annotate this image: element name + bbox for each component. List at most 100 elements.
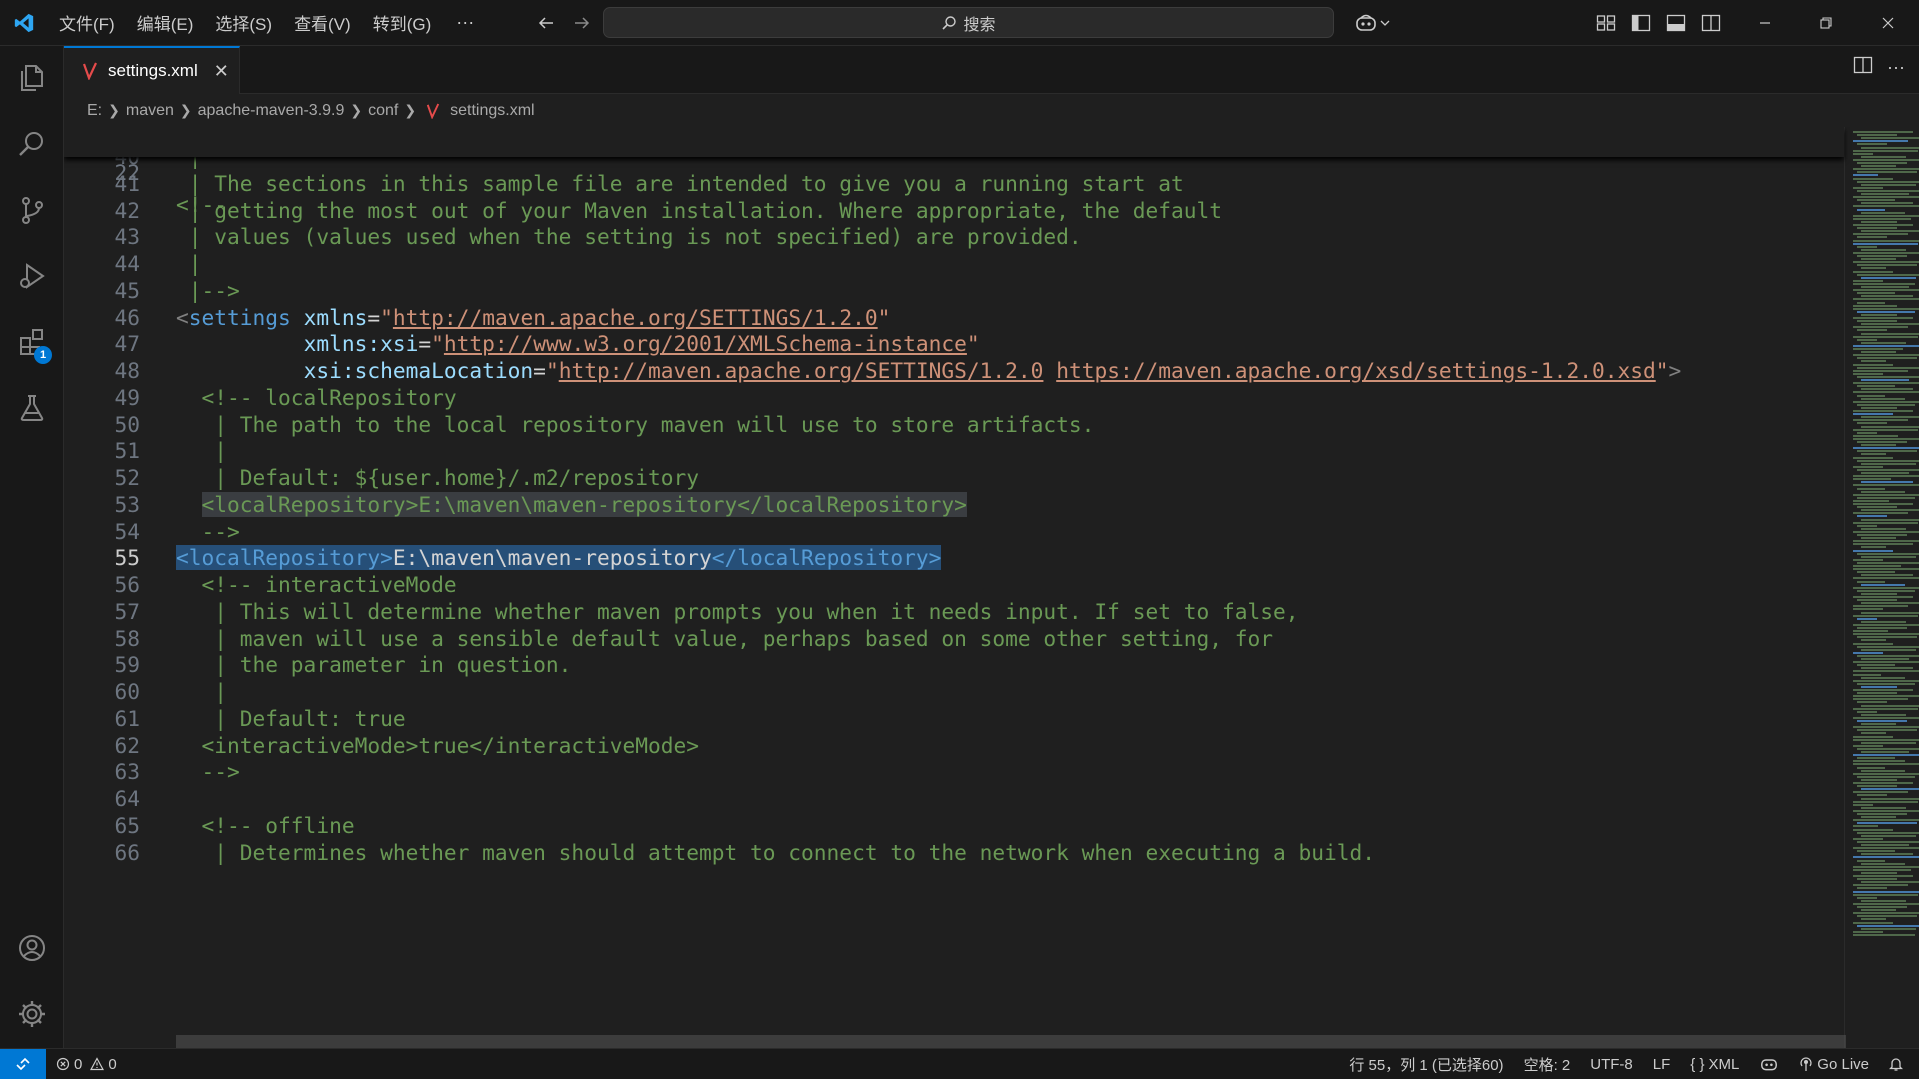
minimap-line	[1861, 797, 1919, 800]
copilot-button[interactable]	[1350, 9, 1394, 37]
minimap-line	[1853, 217, 1911, 220]
minimap-line	[1853, 261, 1919, 264]
remote-indicator[interactable]	[0, 1049, 46, 1079]
language-mode[interactable]: { } XML	[1680, 1049, 1749, 1079]
command-center-search[interactable]: 搜索	[603, 7, 1334, 38]
minimap-line	[1861, 248, 1906, 251]
minimap-line	[1853, 596, 1913, 598]
menu-selection[interactable]: 选择(S)	[204, 0, 283, 46]
close-window-icon[interactable]	[1858, 0, 1918, 46]
explorer-icon[interactable]	[0, 46, 64, 110]
error-count: 0	[74, 1055, 83, 1073]
minimap-line	[1861, 741, 1916, 744]
minimap-line	[1853, 679, 1919, 682]
minimap-line	[1853, 695, 1919, 698]
minimap-line	[1861, 295, 1913, 298]
back-arrow-icon[interactable]	[528, 0, 564, 46]
horizontal-scrollbar[interactable]	[176, 1035, 1846, 1048]
code-editor[interactable]: gs /path/to/global/settings.xml40 |41 | …	[64, 127, 1919, 1048]
go-live-label: Go Live	[1817, 1055, 1869, 1073]
minimap-line	[1861, 444, 1896, 447]
breadcrumb-item[interactable]: conf	[368, 102, 398, 120]
warning-icon	[90, 1057, 105, 1071]
minimap-line	[1861, 406, 1897, 409]
minimap-line	[1853, 754, 1919, 757]
breadcrumb-item[interactable]: maven	[126, 102, 174, 120]
close-tab-icon[interactable]: ✕	[214, 61, 229, 82]
breadcrumb-item[interactable]: settings.xml	[450, 102, 534, 120]
notifications-bell-icon[interactable]	[1879, 1049, 1913, 1079]
minimap-line	[1861, 379, 1909, 381]
menu-more-button[interactable]: ···	[442, 0, 488, 46]
sticky-scroll-line[interactable]: 22 <!--	[64, 127, 1844, 217]
minimap-line	[1857, 431, 1877, 434]
minimap-line	[1857, 450, 1917, 453]
indentation[interactable]: 空格: 2	[1514, 1049, 1581, 1079]
minimap-line	[1853, 493, 1919, 496]
restore-icon[interactable]	[1796, 0, 1856, 46]
minimap-line	[1853, 289, 1919, 292]
minimap-line	[1853, 530, 1919, 533]
minimap-line	[1853, 475, 1919, 478]
cursor-position[interactable]: 行 55，列 1 (已选择60)	[1339, 1049, 1513, 1079]
menu-file[interactable]: 文件(F)	[48, 0, 126, 46]
minimap-line	[1861, 853, 1913, 856]
minimap-line	[1853, 738, 1919, 741]
minimap-line	[1861, 341, 1906, 344]
toggle-primary-sidebar-icon[interactable]	[1627, 9, 1655, 37]
split-editor-icon[interactable]	[1853, 56, 1873, 79]
minimap-line	[1853, 152, 1873, 155]
minimap[interactable]	[1844, 127, 1919, 1048]
minimize-icon[interactable]	[1735, 0, 1795, 46]
minimap-line	[1857, 627, 1907, 629]
go-live-button[interactable]: Go Live	[1789, 1049, 1879, 1079]
forward-arrow-icon[interactable]	[564, 0, 600, 46]
toggle-secondary-sidebar-icon[interactable]	[1697, 9, 1725, 37]
breadcrumb-item[interactable]: apache-maven-3.9.9	[198, 102, 345, 120]
minimap-line	[1857, 906, 1907, 908]
minimap-line	[1861, 193, 1909, 195]
breadcrumb-item[interactable]: E:	[87, 102, 102, 120]
menu-go[interactable]: 转到(G)	[362, 0, 443, 46]
problems-indicator[interactable]: 0 0	[46, 1049, 127, 1079]
minimap-line	[1861, 165, 1896, 168]
code-token: "	[431, 331, 444, 357]
minimap-line	[1853, 809, 1919, 812]
minimap-line	[1853, 791, 1908, 794]
source-control-icon[interactable]	[0, 178, 64, 242]
customize-layout-icon[interactable]	[1592, 9, 1620, 37]
settings-gear-icon[interactable]	[0, 982, 64, 1046]
code-token: | This will determine whether maven prom…	[176, 598, 1299, 624]
end-of-line[interactable]: LF	[1643, 1049, 1681, 1079]
tab-settings-xml[interactable]: settings.xml ✕	[64, 46, 240, 94]
minimap-line	[1853, 912, 1919, 915]
extensions-icon[interactable]: 1	[0, 310, 64, 374]
more-actions-icon[interactable]: ···	[1887, 57, 1905, 78]
minimap-line	[1853, 344, 1919, 347]
search-view-icon[interactable]	[0, 112, 64, 176]
testing-icon[interactable]	[0, 376, 64, 440]
minimap-line	[1853, 825, 1878, 828]
minimap-line	[1861, 871, 1897, 874]
minimap-line	[1853, 763, 1919, 766]
menu-edit[interactable]: 编辑(E)	[126, 0, 205, 46]
minimap-line	[1857, 813, 1907, 815]
accounts-icon[interactable]	[0, 916, 64, 980]
minimap-line	[1853, 282, 1915, 285]
minimap-line	[1857, 757, 1895, 760]
sticky-code-text: <!--	[176, 192, 228, 217]
minimap-line	[1861, 397, 1905, 400]
menu-view[interactable]: 查看(V)	[283, 0, 362, 46]
minimap-line	[1857, 441, 1907, 443]
run-and-debug-icon[interactable]	[0, 244, 64, 308]
minimap-line	[1853, 354, 1919, 357]
vscode-logo-icon	[0, 0, 48, 46]
copilot-status[interactable]	[1749, 1049, 1789, 1079]
toggle-panel-icon[interactable]	[1662, 9, 1690, 37]
code-token: <!-- offline	[176, 812, 355, 838]
encoding[interactable]: UTF-8	[1580, 1049, 1643, 1079]
minimap-line	[1857, 301, 1885, 304]
minimap-line	[1853, 499, 1889, 502]
code-token: "	[545, 358, 559, 383]
